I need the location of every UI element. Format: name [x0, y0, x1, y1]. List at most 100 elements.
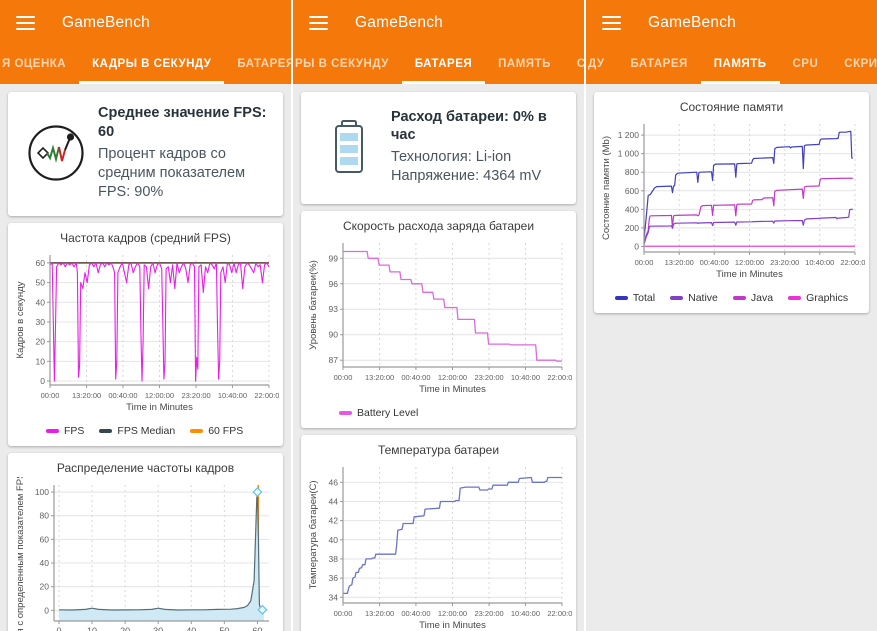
- svg-text:34: 34: [329, 592, 339, 602]
- svg-text:10:40:00: 10:40:00: [511, 609, 540, 618]
- svg-text:00:00: 00:00: [334, 609, 353, 618]
- svg-text:12:00:00: 12:00:00: [145, 391, 174, 400]
- svg-text:40: 40: [36, 297, 46, 307]
- gamebench-triple-screenshot: GameBench Я ОЦЕНКА КАДРЫ В СЕКУНДУ БАТАРЕЯ…: [0, 0, 877, 631]
- svg-text:60: 60: [40, 534, 50, 544]
- tab-fps[interactable]: РЫ В СЕКУНДУ: [293, 46, 402, 84]
- battery-technology-value: Технология: Li-ion: [391, 149, 512, 166]
- legend-item-fps-median: FPS Median: [99, 425, 175, 437]
- tab-cpu[interactable]: CPU: [780, 46, 832, 84]
- tab-battery[interactable]: БАТАРЕЯ: [401, 46, 486, 84]
- fps-stability-value: Процент кадров со средним показателем FP…: [98, 145, 246, 200]
- battery-level-chart: 87 90 93 96 99 00:00 13:20:00 00:40:00 12:00:00 2…: [308, 243, 577, 395]
- panel-content: Расход батареи: 0% в час Технология: Li-…: [293, 84, 584, 631]
- fps-summary-text: Среднее значение FPS: 60 Процент кадров …: [98, 104, 271, 202]
- svg-text:10:40:00: 10:40:00: [805, 258, 834, 267]
- svg-text:0: 0: [44, 605, 49, 615]
- tab-fps[interactable]: ДУ: [586, 46, 618, 84]
- app-title: GameBench: [355, 14, 443, 31]
- fps-average-value: Среднее значение FPS: 60: [98, 105, 267, 140]
- svg-text:23:20:00: 23:20:00: [474, 373, 503, 382]
- svg-text:00:00: 00:00: [635, 258, 654, 267]
- svg-text:20: 20: [36, 337, 46, 347]
- svg-text:Time in Minutes: Time in Minutes: [126, 402, 193, 413]
- fps-chart-title: Частота кадров (средний FPS): [60, 231, 231, 246]
- svg-text:44: 44: [329, 496, 339, 506]
- battery-temp-chart: 34 36 38 40 42 44 46 00:00 13:20:00 00:40:00 12:00…: [308, 467, 577, 631]
- svg-text:20: 20: [40, 582, 50, 592]
- svg-text:10:40:00: 10:40:00: [218, 391, 247, 400]
- svg-text:40: 40: [329, 535, 339, 545]
- svg-text:22:00:00: 22:00:00: [254, 391, 279, 400]
- memory-chart-card: Состояние памяти 0 200 400 600 800 1 000 1 200…: [594, 92, 870, 313]
- tab-screenshots[interactable]: СКРИ: [831, 46, 877, 84]
- svg-text:30: 30: [153, 626, 163, 631]
- battery-summary-card: Расход батареи: 0% в час Технология: Li-…: [301, 92, 576, 204]
- app-bar: GameBench: [0, 0, 291, 46]
- legend-item-battery-level: Battery Level: [339, 407, 418, 419]
- fps-gauge-icon: [14, 124, 98, 182]
- svg-text:10:40:00: 10:40:00: [511, 373, 540, 382]
- fps-chart-legend: FPS FPS Median 60 FPS: [12, 424, 279, 444]
- svg-text:12:00:00: 12:00:00: [438, 609, 467, 618]
- svg-text:Time in Minutes: Time in Minutes: [716, 269, 783, 280]
- svg-text:23:20:00: 23:20:00: [474, 609, 503, 618]
- svg-text:0: 0: [56, 626, 61, 631]
- tab-battery[interactable]: БАТАРЕЯ: [224, 46, 291, 84]
- svg-text:800: 800: [625, 167, 639, 177]
- svg-text:200: 200: [625, 223, 639, 233]
- tab-bar: Я ОЦЕНКА КАДРЫ В СЕКУНДУ БАТАРЕЯ: [0, 46, 291, 84]
- svg-text:13:20:00: 13:20:00: [665, 258, 694, 267]
- svg-text:12:00:00: 12:00:00: [735, 258, 764, 267]
- svg-text:10: 10: [87, 626, 97, 631]
- svg-text:90: 90: [329, 330, 339, 340]
- svg-text:38: 38: [329, 554, 339, 564]
- svg-text:23:20:00: 23:20:00: [770, 258, 799, 267]
- fps-distribution-card: Распределение частоты кадров 0 20 40 60 80 10…: [8, 453, 283, 631]
- svg-text:60: 60: [36, 258, 46, 268]
- svg-text:0: 0: [40, 376, 45, 386]
- tab-battery[interactable]: БАТАРЕЯ: [618, 46, 701, 84]
- panel-battery: GameBench РЫ В СЕКУНДУ БАТАРЕЯ ПАМЯТЬ С Рас…: [293, 0, 584, 631]
- svg-text:00:40:00: 00:40:00: [401, 373, 430, 382]
- svg-text:00:00: 00:00: [41, 391, 60, 400]
- menu-icon[interactable]: [16, 15, 35, 31]
- fps-distribution-chart: 0204060801000102030405060Кадров в секунд…: [15, 473, 269, 631]
- tab-cpu[interactable]: С: [564, 46, 584, 84]
- svg-text:00:00: 00:00: [334, 373, 353, 382]
- svg-text:Состояние памяти (Mb): Состояние памяти (Mb): [601, 136, 612, 240]
- svg-text:0: 0: [634, 241, 639, 251]
- svg-text:Кадров в секунду: Кадров в секунду: [15, 281, 26, 358]
- svg-text:600: 600: [625, 186, 639, 196]
- svg-text:1 200: 1 200: [618, 130, 640, 140]
- svg-text:96: 96: [329, 279, 339, 289]
- fps-summary-card: Среднее значение FPS: 60 Процент кадров …: [8, 92, 283, 217]
- tab-overall[interactable]: Я ОЦЕНКА: [0, 46, 79, 84]
- legend-item-graphics: Graphics: [788, 292, 848, 304]
- svg-text:13:20:00: 13:20:00: [365, 373, 394, 382]
- svg-text:12:00:00: 12:00:00: [438, 373, 467, 382]
- tab-memory[interactable]: ПАМЯТЬ: [485, 46, 564, 84]
- panel-memory: GameBench ДУ БАТАРЕЯ ПАМЯТЬ CPU СКРИ Состоян…: [586, 0, 877, 631]
- fps-chart-card: Частота кадров (средний FPS) 0 10 20 30 40 50…: [8, 223, 284, 447]
- svg-text:23:20:00: 23:20:00: [181, 391, 210, 400]
- panel-content: Среднее значение FPS: 60 Процент кадров …: [0, 84, 291, 631]
- fps-line-chart: 0 10 20 30 40 50 60 00:00 13:20:00 00:40:00 12:00:…: [15, 255, 284, 413]
- svg-text:13:20:00: 13:20:00: [72, 391, 101, 400]
- svg-text:Температура батареи(C): Температура батареи(C): [308, 480, 319, 589]
- battery-summary-text: Расход батареи: 0% в час Технология: Li-…: [391, 108, 564, 187]
- svg-text:46: 46: [329, 477, 339, 487]
- tab-fps[interactable]: КАДРЫ В СЕКУНДУ: [79, 46, 225, 84]
- svg-text:20: 20: [120, 626, 130, 631]
- svg-text:99: 99: [329, 253, 339, 263]
- battery-icon: [307, 117, 391, 177]
- svg-text:400: 400: [625, 204, 639, 214]
- memory-chart: 0 200 400 600 800 1 000 1 200 00:00 13:20:00 00:4…: [601, 124, 870, 280]
- menu-icon[interactable]: [309, 15, 328, 31]
- svg-text:00:40:00: 00:40:00: [108, 391, 137, 400]
- memory-chart-title: Состояние памяти: [679, 100, 784, 114]
- menu-icon[interactable]: [602, 15, 621, 31]
- legend-item-native: Native: [670, 292, 718, 304]
- svg-text:10: 10: [36, 356, 46, 366]
- tab-memory[interactable]: ПАМЯТЬ: [700, 46, 780, 84]
